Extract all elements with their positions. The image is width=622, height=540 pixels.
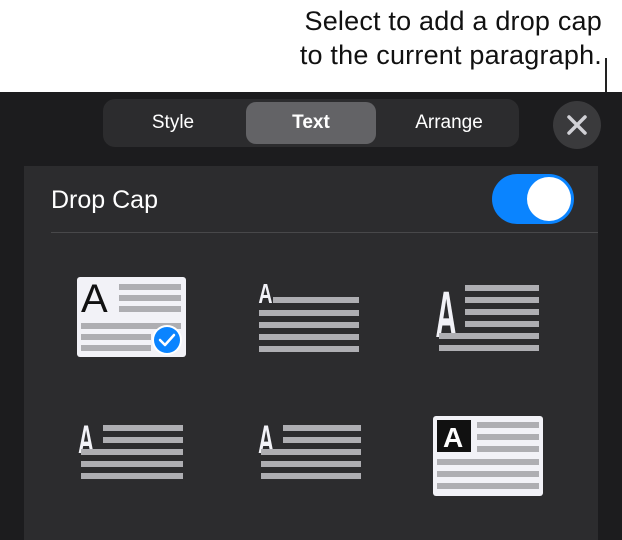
callout-line-1: Select to add a drop cap [304, 6, 602, 36]
style-3-letter: A [435, 278, 456, 352]
drop-cap-style-2-icon: A [258, 279, 359, 352]
drop-cap-style-5[interactable]: A [257, 417, 367, 508]
drop-cap-style-4[interactable]: A [77, 417, 187, 508]
drop-cap-style-1[interactable]: A [77, 277, 192, 368]
style-2-letter: A [258, 279, 272, 310]
format-toolbar: Style Text Arrange [0, 92, 622, 166]
tab-segmented-control: Style Text Arrange [103, 99, 519, 147]
callout-line-2: to the current paragraph. [299, 40, 602, 70]
drop-cap-style-1-icon: A [77, 277, 186, 357]
drop-cap-style-3-icon: A [435, 278, 539, 352]
drop-cap-style-2[interactable]: A [257, 277, 367, 368]
tab-text[interactable]: Text [246, 102, 376, 144]
drop-cap-style-6-icon: A [433, 416, 543, 496]
drop-cap-sheet: Drop Cap A A A A A A [24, 166, 598, 540]
drop-cap-style-4-icon: A [78, 417, 183, 479]
drop-cap-style-5-icon: A [258, 417, 361, 479]
close-button[interactable] [553, 101, 601, 149]
style-6-letter: A [443, 422, 463, 453]
toggle-knob [527, 177, 571, 221]
drop-cap-style-3[interactable]: A [435, 277, 545, 368]
tab-style[interactable]: Style [103, 99, 243, 147]
close-icon [567, 115, 587, 135]
drop-cap-label: Drop Cap [51, 186, 158, 214]
drop-cap-style-6[interactable]: A [433, 416, 545, 507]
format-panel: Style Text Arrange Drop Cap A A A A A A [0, 92, 622, 540]
drop-cap-toggle[interactable] [492, 174, 574, 224]
tab-arrange[interactable]: Arrange [379, 99, 519, 147]
callout-text: Select to add a drop cap to the current … [300, 4, 602, 72]
style-1-letter: A [81, 277, 108, 321]
divider [51, 232, 598, 233]
